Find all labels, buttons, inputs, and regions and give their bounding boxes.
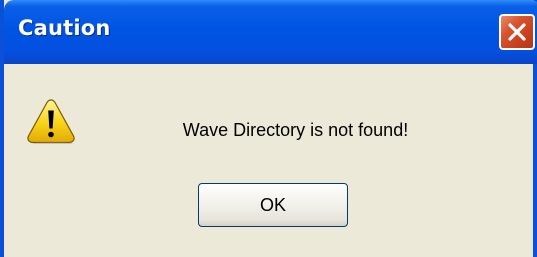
caution-dialog: Caution Wave Directory is not found! OK (0, 0, 537, 257)
ok-button[interactable]: OK (198, 183, 348, 227)
close-button[interactable] (499, 14, 535, 50)
window-title: Caution (18, 16, 111, 40)
title-bar[interactable]: Caution (4, 0, 537, 64)
message-text: Wave Directory is not found! (182, 120, 409, 140)
close-icon (508, 23, 526, 41)
